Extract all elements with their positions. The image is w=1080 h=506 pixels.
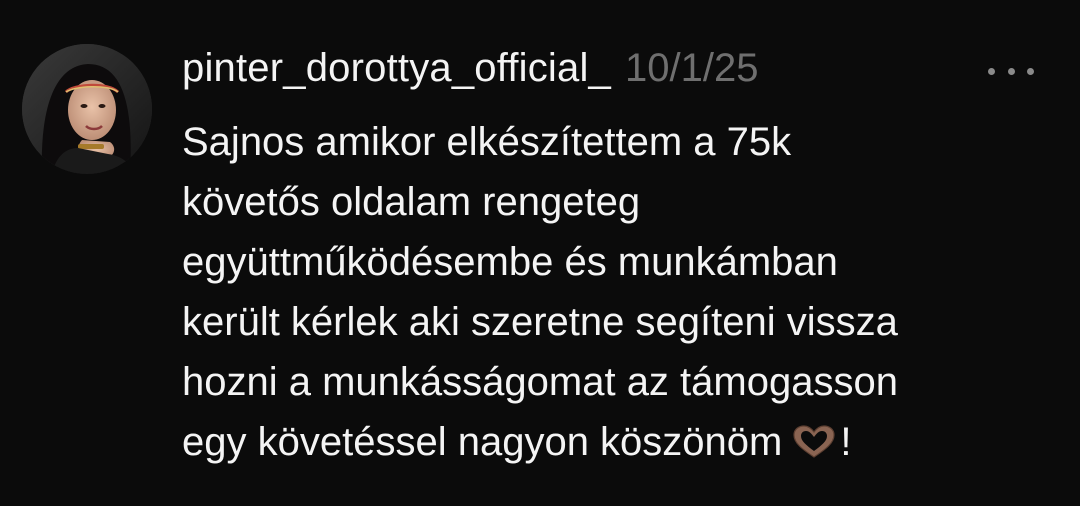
username-link[interactable]: pinter_dorottya_official_ xyxy=(182,46,611,91)
comment-line: Sajnos amikor elkészítettem a 75k xyxy=(182,120,792,164)
more-horizontal-icon-dot-2 xyxy=(1007,67,1015,75)
avatar[interactable] xyxy=(22,44,152,174)
timestamp: 10/1/25 xyxy=(624,46,759,90)
more-horizontal-icon xyxy=(988,67,995,75)
comment-item: pinter_dorottya_official_ 10/1/25 Sajnos… xyxy=(0,0,1080,506)
comment-line-text: egy követéssel nagyon köszönöm xyxy=(182,420,783,464)
avatar-image xyxy=(22,44,152,174)
comment-line: követős oldalam rengeteg xyxy=(182,180,641,224)
comment-line: hozni a munkásságomat az támogasson xyxy=(182,360,898,404)
more-horizontal-icon-dot-3 xyxy=(1027,67,1034,75)
comment-header: pinter_dorottya_official_ 10/1/25 xyxy=(182,46,758,102)
comment-line: került kérlek aki szeretne segíteni viss… xyxy=(182,300,898,344)
comment-line: együttműködésembe és munkámban xyxy=(182,240,838,284)
comment-body: Sajnos amikor elkészítettem a 75k követő… xyxy=(182,112,1042,472)
comment-end-punctuation: ! xyxy=(840,420,852,464)
more-options-button[interactable] xyxy=(988,56,1034,86)
comment-line-last: egy követéssel nagyon köszönöm! xyxy=(182,412,1042,472)
heart-hands-emoji-icon xyxy=(792,425,836,459)
